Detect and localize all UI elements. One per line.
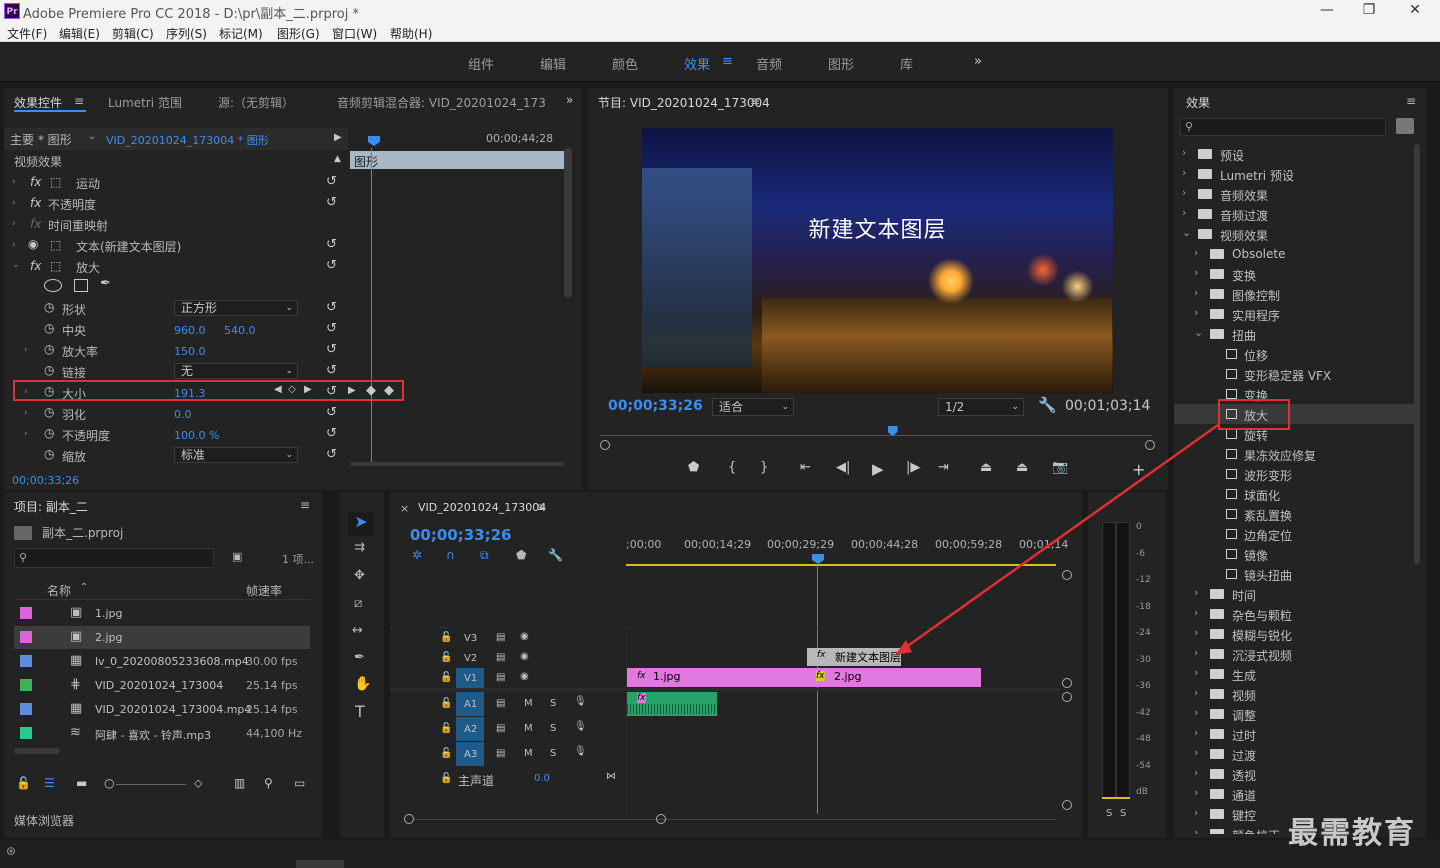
status-scroll-thumb[interactable] <box>296 860 344 868</box>
arrow-line <box>901 423 1219 652</box>
watermark-text: 最需教育 <box>1288 816 1416 851</box>
annotation-arrow <box>895 423 1219 655</box>
status-icon[interactable]: ⊛ <box>6 844 16 858</box>
status-bar: ⊛ <box>0 840 1440 868</box>
arrow-head-icon <box>895 640 912 655</box>
